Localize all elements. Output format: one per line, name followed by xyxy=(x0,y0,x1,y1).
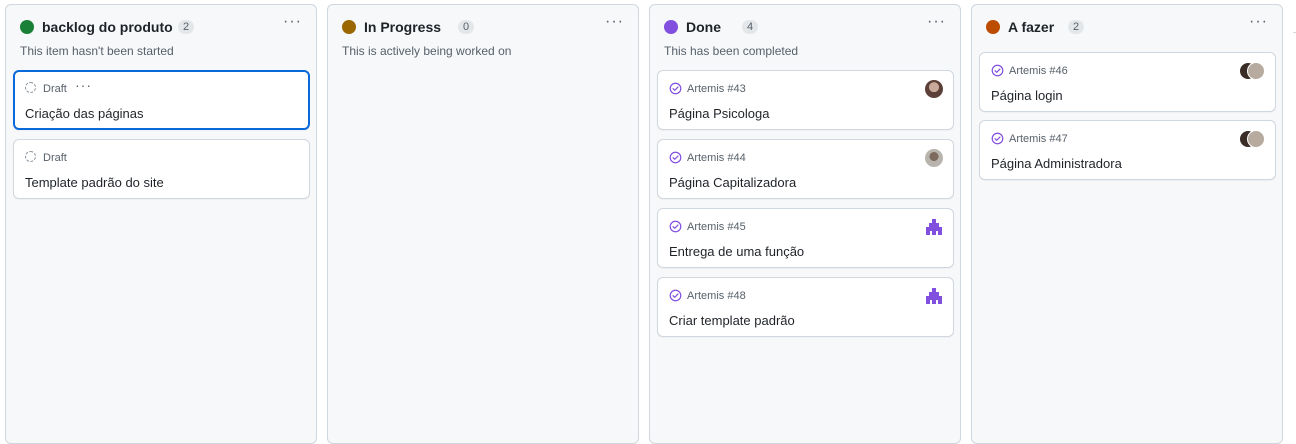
column-description: This is actively being worked on xyxy=(342,44,512,58)
card-title[interactable]: Página Psicologa xyxy=(669,106,769,121)
card-issue-ref[interactable]: Artemis #47 xyxy=(1009,133,1068,145)
kebab-horizontal-icon[interactable]: ··· xyxy=(283,13,302,31)
issue-closed-icon xyxy=(991,64,1004,77)
user-avatar xyxy=(1247,130,1265,148)
column-count-badge: 0 xyxy=(458,20,474,34)
column-description: This item hasn't been started xyxy=(20,44,174,58)
draft-issue-icon xyxy=(25,82,36,93)
column-in-progress: In Progress 0 ··· This is actively being… xyxy=(327,4,639,444)
identicon-avatar[interactable] xyxy=(925,287,943,305)
card-issue-ref[interactable]: Artemis #44 xyxy=(687,152,746,164)
identicon-avatar[interactable] xyxy=(925,218,943,236)
card-title[interactable]: Página Administradora xyxy=(991,156,1122,171)
status-color-icon xyxy=(986,20,1000,34)
issue-closed-icon xyxy=(991,132,1004,145)
board-card[interactable]: Artemis #48 Criar template padrão xyxy=(657,277,954,337)
card-title[interactable]: Página login xyxy=(991,88,1063,103)
assignees-avatars[interactable] xyxy=(1239,130,1265,148)
card-issue-ref[interactable]: Artemis #45 xyxy=(687,221,746,233)
user-avatar xyxy=(1247,62,1265,80)
issue-closed-icon xyxy=(669,82,682,95)
status-color-icon xyxy=(342,20,356,34)
column-title: A fazer xyxy=(1008,19,1055,35)
column-header: Done 4 ··· xyxy=(664,13,950,43)
column-header: In Progress 0 ··· xyxy=(342,13,628,43)
card-title[interactable]: Criar template padrão xyxy=(669,313,795,328)
card-title[interactable]: Página Capitalizadora xyxy=(669,175,796,190)
card-issue-ref[interactable]: Artemis #48 xyxy=(687,290,746,302)
board-card[interactable]: Artemis #45 Entrega de uma função xyxy=(657,208,954,268)
status-color-icon xyxy=(664,20,678,34)
column-count-badge: 2 xyxy=(178,20,194,34)
column-count-badge: 4 xyxy=(742,20,758,34)
column-done: Done 4 ··· This has been completed Artem… xyxy=(649,4,961,444)
column-header: backlog do produto 2 ··· xyxy=(20,13,306,43)
column-header: A fazer 2 ··· xyxy=(986,13,1272,43)
column-backlog-do-produto: backlog do produto 2 ··· This item hasn'… xyxy=(5,4,317,444)
card-title[interactable]: Criação das páginas xyxy=(25,106,144,121)
card-issue-ref[interactable]: Artemis #43 xyxy=(687,83,746,95)
card-menu-icon[interactable]: ··· xyxy=(75,77,92,93)
board-card[interactable]: Artemis #43 Página Psicologa xyxy=(657,70,954,130)
card-type-label: Draft xyxy=(43,83,67,95)
board-card[interactable]: Draft Template padrão do site xyxy=(13,139,310,199)
board-card[interactable]: Draft ··· Criação das páginas xyxy=(13,70,310,130)
column-description: This has been completed xyxy=(664,44,799,58)
column-title: In Progress xyxy=(364,19,442,35)
card-type-label: Draft xyxy=(43,152,67,164)
board-card[interactable]: Artemis #46 Página login xyxy=(979,52,1276,112)
column-title: Done xyxy=(686,19,721,35)
board-card[interactable]: Artemis #47 Página Administradora xyxy=(979,120,1276,180)
issue-closed-icon xyxy=(669,289,682,302)
column-count-badge: 2 xyxy=(1068,20,1084,34)
user-avatar[interactable] xyxy=(925,80,943,98)
issue-closed-icon xyxy=(669,220,682,233)
column-title: backlog do produto xyxy=(42,19,173,35)
column-a-fazer: A fazer 2 ··· Artemis #46 Página login A… xyxy=(971,4,1283,444)
board-card[interactable]: Artemis #44 Página Capitalizadora xyxy=(657,139,954,199)
assignees-avatars[interactable] xyxy=(1239,62,1265,80)
kebab-horizontal-icon[interactable]: ··· xyxy=(605,13,624,31)
kebab-horizontal-icon[interactable]: ··· xyxy=(1249,13,1268,31)
user-avatar[interactable] xyxy=(925,149,943,167)
card-title[interactable]: Entrega de uma função xyxy=(669,244,804,259)
kebab-horizontal-icon[interactable]: ··· xyxy=(927,13,946,31)
status-color-icon xyxy=(20,20,34,34)
card-title[interactable]: Template padrão do site xyxy=(25,175,164,190)
draft-issue-icon xyxy=(25,151,36,162)
issue-closed-icon xyxy=(669,151,682,164)
card-issue-ref[interactable]: Artemis #46 xyxy=(1009,65,1068,77)
